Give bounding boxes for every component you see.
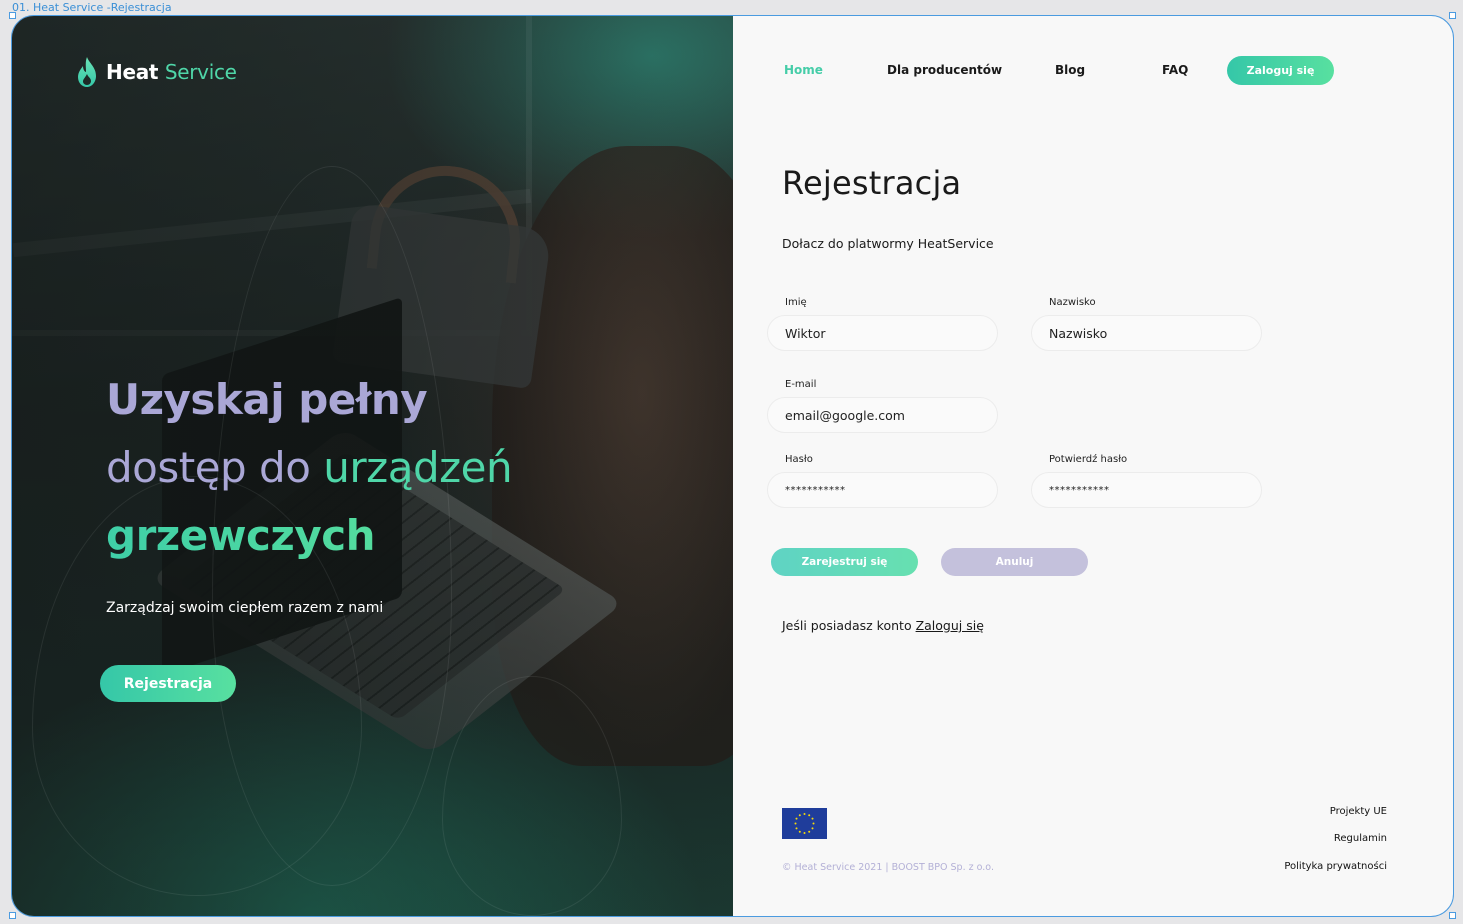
nav-item-blog[interactable]: Blog [1055,63,1085,77]
page-subtitle: Dołacz do platwormy HeatService [782,236,994,251]
page-title: Rejestracja [782,164,962,202]
last-name-input[interactable]: Nazwisko [1031,315,1262,351]
email-label: E-mail [785,379,817,390]
headline-line-2-part-b: urządzeń [323,443,513,492]
logo-word-service: Service [164,60,237,84]
logo[interactable]: Heat Service [76,56,237,88]
registration-page: Heat Service Uzyskaj pełny dostęp do urz… [11,15,1454,917]
footer-link-eu-projects[interactable]: Projekty UE [1330,806,1387,817]
password-label: Hasło [785,454,813,465]
hero-panel: Heat Service Uzyskaj pełny dostęp do urz… [12,16,733,916]
selection-handle[interactable] [9,12,16,19]
selection-handle[interactable] [1449,912,1456,919]
nav-login-button[interactable]: Zaloguj się [1227,56,1334,85]
hero-register-button[interactable]: Rejestracja [100,665,236,702]
selection-handle[interactable] [1449,12,1456,19]
hero-headline: Uzyskaj pełny dostęp do urządzeń grzewcz… [106,366,513,570]
artboard-label: 01. Heat Service -Rejestracja [12,1,172,14]
password-input[interactable]: *********** [767,472,998,508]
headline-line-3: grzewczych [106,502,512,570]
login-link[interactable]: Zaloguj się [916,618,984,633]
logo-word-heat: Heat [106,60,159,84]
copyright-text: © Heat Service 2021 | BOOST BPO Sp. z o.… [782,862,994,873]
headline-line-2: dostęp do urządzeń [106,434,513,502]
flame-logo-icon [78,57,96,87]
have-account-line: Jeśli posiadasz konto Zaloguj się [782,618,984,633]
last-name-label: Nazwisko [1049,297,1096,308]
headline-line-1: Uzyskaj pełny [106,375,428,424]
eu-flag-icon[interactable] [782,808,827,839]
first-name-label: Imię [785,297,807,308]
selection-handle[interactable] [9,912,16,919]
top-nav: Home Dla producentów Blog FAQ Zaloguj si… [733,16,1453,126]
cancel-button[interactable]: Anuluj [941,548,1088,576]
have-account-text: Jeśli posiadasz konto [782,618,912,633]
email-input[interactable]: email@google.com [767,397,998,433]
password-confirm-input[interactable]: *********** [1031,472,1262,508]
nav-item-producers[interactable]: Dla producentów [887,63,1002,77]
first-name-input[interactable]: Wiktor [767,315,998,351]
headline-line-2-part-a: dostęp do [106,443,311,492]
password-confirm-label: Potwierdź hasło [1049,454,1128,465]
register-submit-button[interactable]: Zarejestruj się [771,548,918,576]
hero-tagline: Zarządzaj swoim ciepłem razem z nami [106,600,384,616]
footer-link-privacy[interactable]: Polityka prywatności [1284,861,1387,872]
nav-item-home[interactable]: Home [784,63,823,77]
footer-link-terms[interactable]: Regulamin [1334,833,1387,844]
nav-item-faq[interactable]: FAQ [1162,63,1188,77]
